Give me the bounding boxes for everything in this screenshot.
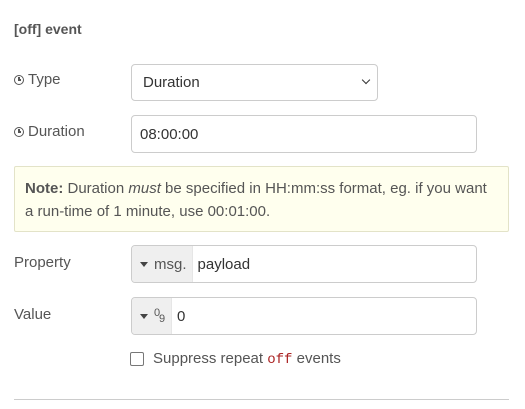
caret-down-icon xyxy=(140,261,148,267)
note-text-1: Duration xyxy=(63,180,129,197)
type-label: Type xyxy=(14,71,61,88)
caret-down-icon xyxy=(140,313,148,319)
property-type-prefix: msg. xyxy=(154,255,187,273)
clock-icon xyxy=(14,74,24,85)
suppress-label: Suppress repeat off events xyxy=(153,350,341,368)
duration-input[interactable] xyxy=(131,115,477,153)
value-label: Value xyxy=(14,306,52,323)
note-bold: Note: xyxy=(25,180,64,197)
note-emphasis: must xyxy=(128,180,161,197)
duration-label-text: Duration xyxy=(28,123,85,140)
suppress-keyword: off xyxy=(267,352,293,368)
suppress-option[interactable]: Suppress repeat off events xyxy=(130,350,341,368)
divider xyxy=(14,399,509,400)
type-select-value: Duration xyxy=(143,74,200,91)
property-type-button[interactable]: msg. xyxy=(132,246,193,282)
section-title: [off] event xyxy=(14,21,82,37)
suppress-checkbox[interactable] xyxy=(130,352,144,366)
chevron-down-icon xyxy=(361,75,371,85)
number-type-icon: 09 xyxy=(154,307,166,325)
note-box: Note: Duration must be specified in HH:m… xyxy=(14,166,509,232)
property-typed-input[interactable]: msg. payload xyxy=(131,245,477,283)
value-type-button[interactable]: 09 xyxy=(132,298,172,334)
property-label: Property xyxy=(14,254,71,271)
value-value[interactable]: 0 xyxy=(172,308,185,325)
duration-label: Duration xyxy=(14,123,85,140)
type-label-text: Type xyxy=(28,71,61,88)
value-typed-input[interactable]: 09 0 xyxy=(131,297,477,335)
property-value[interactable]: payload xyxy=(193,256,251,273)
type-select[interactable]: Duration xyxy=(131,64,378,101)
clock-icon xyxy=(14,126,24,137)
